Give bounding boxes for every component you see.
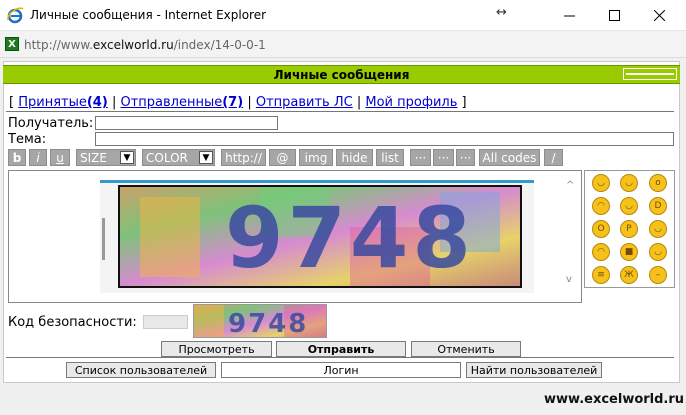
neutral-icon[interactable]: –: [649, 266, 667, 284]
hide-tag-button[interactable]: hide: [336, 149, 373, 166]
close-button[interactable]: [637, 0, 681, 31]
send-button[interactable]: Отправить: [276, 341, 406, 357]
happy-icon[interactable]: ◡: [649, 220, 667, 238]
user-list-button[interactable]: Список пользователей: [66, 362, 216, 378]
captcha-noise-small: 9748: [194, 305, 326, 338]
captcha-noise-large: 9748: [120, 187, 520, 286]
panel-title: Личные сообщения: [273, 68, 410, 82]
close-icon: [653, 10, 665, 21]
preview-button[interactable]: Просмотреть: [161, 341, 272, 357]
extra-tag-button-2[interactable]: ···: [433, 149, 454, 166]
sent-link[interactable]: Отправленные(7): [120, 95, 243, 110]
recipient-label: Получатель:: [8, 116, 94, 131]
resize-cursor-icon: ↔: [496, 5, 507, 20]
tongue-icon[interactable]: P: [620, 220, 638, 238]
laugh-icon[interactable]: D: [649, 197, 667, 215]
url-tag-button[interactable]: http://: [221, 149, 266, 166]
find-users-button[interactable]: Найти пользователей: [466, 362, 602, 378]
nav-divider: [6, 111, 674, 112]
extra-tag-button-3[interactable]: ···: [456, 149, 475, 166]
read-icon[interactable]: ≡: [592, 266, 610, 284]
cancel-button[interactable]: Отменить: [411, 341, 521, 357]
image-tag-button[interactable]: img: [299, 149, 333, 166]
all-codes-button[interactable]: All codes: [479, 149, 540, 166]
title-bar: Личные сообщения - Internet Explorer ↔: [0, 0, 686, 31]
captcha-image-large: 9748: [118, 185, 522, 288]
surprised-icon[interactable]: O: [592, 220, 610, 238]
close-tags-button[interactable]: /: [544, 149, 563, 166]
maximize-icon: [608, 10, 620, 21]
text-cursor-icon: [102, 218, 105, 260]
bottom-divider: [6, 357, 674, 358]
captcha-top-bar: [100, 180, 534, 183]
excel-favicon-icon: X: [5, 37, 19, 51]
maximize-button[interactable]: [592, 0, 636, 31]
minimize-icon: [563, 15, 575, 17]
internet-explorer-icon: [7, 7, 24, 24]
subject-input[interactable]: [95, 132, 674, 146]
send-message-link[interactable]: Отправить ЛС: [256, 95, 353, 110]
color-select[interactable]: COLOR ▼: [142, 149, 215, 166]
smiley-panel: ◡ ◡ o ◠ ◡ D O P ◡ ◠ ■ ◡ ≡ Ж –: [584, 170, 675, 288]
address-url[interactable]: http://www.excelworld.ru/index/14-0-0-1: [24, 38, 266, 52]
captcha-large-text: 9748: [225, 189, 475, 286]
smile-icon[interactable]: ◡: [592, 174, 610, 192]
list-tag-button[interactable]: list: [376, 149, 404, 166]
scroll-up-icon[interactable]: ^: [566, 180, 574, 191]
sad-icon[interactable]: ◠: [592, 197, 610, 215]
captcha-image-small: 9748: [193, 304, 327, 338]
email-tag-button[interactable]: @: [269, 149, 296, 166]
grin-icon[interactable]: ◡: [620, 174, 638, 192]
chevron-down-icon: ▼: [120, 151, 134, 164]
site-watermark: www.excelworld.ru: [544, 392, 685, 407]
header-slider-icon: [623, 68, 677, 80]
wink-icon[interactable]: ◡: [620, 197, 638, 215]
italic-button[interactable]: i: [29, 149, 47, 166]
address-bar[interactable]: X http://www.excelworld.ru/index/14-0-0-…: [0, 31, 686, 58]
inbox-link[interactable]: Принятые(4): [18, 95, 108, 110]
size-select[interactable]: SIZE ▼: [76, 149, 136, 166]
security-code-input[interactable]: [143, 315, 188, 329]
login-input[interactable]: [221, 362, 461, 378]
window-title: Личные сообщения - Internet Explorer: [30, 8, 267, 22]
underline-button[interactable]: u: [50, 149, 70, 166]
nav-links: [ Принятые(4) | Отправленные(7) | Отправ…: [9, 95, 467, 110]
subject-label: Тема:: [8, 132, 47, 147]
minimize-button[interactable]: [547, 0, 591, 31]
recipient-input[interactable]: [95, 116, 278, 130]
chevron-down-icon: ▼: [199, 151, 213, 164]
scroll-down-icon[interactable]: v: [566, 274, 572, 285]
blush-icon[interactable]: ◡: [649, 243, 667, 261]
captcha-small-text: 9748: [228, 309, 308, 338]
angry-icon[interactable]: ◠: [592, 243, 610, 261]
bold-button[interactable]: b: [8, 149, 26, 166]
extra-tag-button-1[interactable]: ···: [410, 149, 431, 166]
my-profile-link[interactable]: Мой профиль: [365, 95, 457, 110]
shock-icon[interactable]: o: [649, 174, 667, 192]
security-code-label: Код безопасности:: [8, 315, 137, 330]
cool-icon[interactable]: ■: [620, 243, 638, 261]
panel-header: Личные сообщения: [3, 65, 680, 84]
scared-icon[interactable]: Ж: [620, 266, 638, 284]
